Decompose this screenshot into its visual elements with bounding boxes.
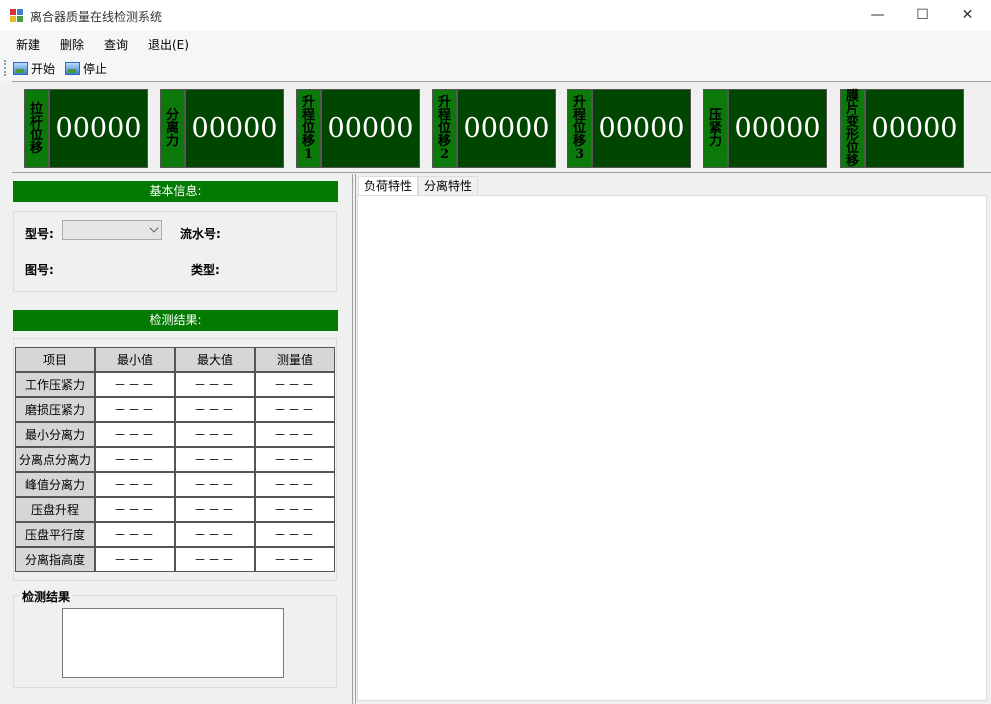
measured-cell: －－－ [255,447,335,472]
toolbar: 开始 停止 [0,56,991,81]
row-item: 峰值分离力 [15,472,95,497]
display-value-diaphragm-displacement: 00000 [865,89,964,168]
result-textbox[interactable] [62,608,284,678]
row-item: 磨损压紧力 [15,397,95,422]
menu-delete[interactable]: 删除 [60,36,84,53]
start-label: 开始 [31,62,56,76]
sensor-display-panel: 拉杆位移 00000 分离力 00000 升程位移1 00000 升程位移2 0… [12,81,991,173]
column-header: 最小值 [95,347,175,372]
display-value-lift-displacement-2: 00000 [457,89,556,168]
display-label-lift-displacement-3: 升程位移3 [567,89,592,168]
drawing-number-label: 图号: [25,263,54,277]
display-label-clamping-force: 压紧力 [703,89,728,168]
start-button[interactable]: 开始 [13,59,55,78]
tab-release-characteristics[interactable]: 分离特性 [418,176,479,195]
max-cell: －－－ [175,522,255,547]
menu-bar: 新建 删除 查询 退出(E) [0,31,991,56]
max-cell: －－－ [175,472,255,497]
table-row: 分离点分离力 －－－ －－－ －－－ [15,447,335,472]
measured-cell: －－－ [255,472,335,497]
display-label-lift-displacement-1: 升程位移1 [296,89,321,168]
min-cell: －－－ [95,497,175,522]
row-item: 工作压紧力 [15,372,95,397]
max-cell: －－－ [175,397,255,422]
toolbar-grip[interactable] [4,60,6,76]
app-icon [10,9,23,22]
measured-cell: －－－ [255,522,335,547]
table-row: 磨损压紧力 －－－ －－－ －－－ [15,397,335,422]
menu-exit[interactable]: 退出(E) [148,36,189,53]
type-label: 类型: [191,263,220,277]
column-header: 项目 [15,347,95,372]
maximize-button[interactable]: ☐ [900,0,945,31]
stop-label: 停止 [83,62,108,76]
table-row: 工作压紧力 －－－ －－－ －－－ [15,372,335,397]
table-row: 压盘升程 －－－ －－－ －－－ [15,497,335,522]
basic-info-header: 基本信息: [13,181,338,202]
row-item: 压盘平行度 [15,522,95,547]
min-cell: －－－ [95,397,175,422]
menu-new[interactable]: 新建 [16,36,40,53]
serial-number-label: 流水号: [180,227,221,241]
max-cell: －－－ [175,372,255,397]
stop-button[interactable]: 停止 [65,59,107,78]
results-table: 项目 最小值 最大值 测量值 工作压紧力 －－－ －－－ －－－ 磨损压紧力 －… [15,347,335,572]
max-cell: －－－ [175,547,255,572]
column-header: 最大值 [175,347,255,372]
max-cell: －－－ [175,422,255,447]
chevron-down-icon [149,223,159,233]
display-label-release-force: 分离力 [160,89,185,168]
model-combobox[interactable] [62,220,162,240]
min-cell: －－－ [95,522,175,547]
model-label: 型号: [25,227,54,241]
max-cell: －－－ [175,447,255,472]
display-value-release-force: 00000 [185,89,284,168]
min-cell: －－－ [95,372,175,397]
min-cell: －－－ [95,447,175,472]
display-value-lift-displacement-1: 00000 [321,89,420,168]
title-bar: 离合器质量在线检测系统 — ☐ ✕ [0,0,991,31]
display-label-diaphragm-displacement: 膜片变形位移 [840,89,865,168]
window-title: 离合器质量在线检测系统 [30,10,163,24]
min-cell: －－－ [95,472,175,497]
row-item: 分离指高度 [15,547,95,572]
display-value-pull-rod-displacement: 00000 [49,89,148,168]
display-value-lift-displacement-3: 00000 [592,89,691,168]
tab-load-characteristics[interactable]: 负荷特性 [358,176,419,195]
measured-cell: －－－ [255,397,335,422]
minimize-button[interactable]: — [855,0,900,31]
display-label-pull-rod-displacement: 拉杆位移 [24,89,49,168]
table-row: 压盘平行度 －－－ －－－ －－－ [15,522,335,547]
display-label-lift-displacement-2: 升程位移2 [432,89,457,168]
table-row: 最小分离力 －－－ －－－ －－－ [15,422,335,447]
tab-content-area [357,195,987,701]
row-item: 压盘升程 [15,497,95,522]
max-cell: －－－ [175,497,255,522]
picture-icon [13,62,28,75]
table-row: 峰值分离力 －－－ －－－ －－－ [15,472,335,497]
column-header: 测量值 [255,347,335,372]
measured-cell: －－－ [255,372,335,397]
measured-cell: －－－ [255,422,335,447]
min-cell: －－－ [95,547,175,572]
table-row: 分离指高度 －－－ －－－ －－－ [15,547,335,572]
row-item: 分离点分离力 [15,447,95,472]
close-button[interactable]: ✕ [945,0,990,31]
menu-query[interactable]: 查询 [104,36,128,53]
min-cell: －－－ [95,422,175,447]
row-item: 最小分离力 [15,422,95,447]
result-group-label: 检测结果 [20,588,73,605]
picture-icon [65,62,80,75]
display-value-clamping-force: 00000 [728,89,827,168]
results-header: 检测结果: [13,310,338,331]
measured-cell: －－－ [255,497,335,522]
table-header-row: 项目 最小值 最大值 测量值 [15,347,335,372]
measured-cell: －－－ [255,547,335,572]
